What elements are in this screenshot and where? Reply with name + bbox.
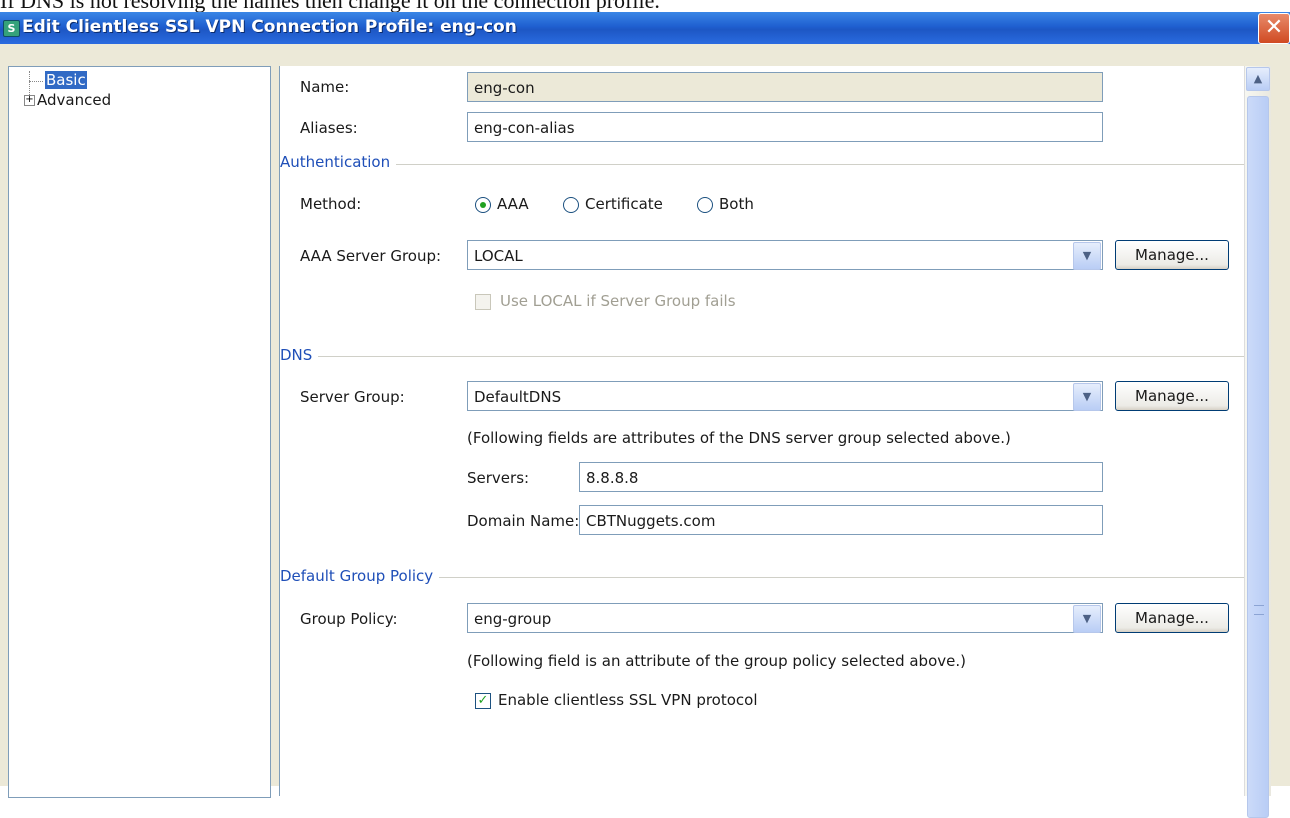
radio-selected-dot bbox=[480, 202, 486, 208]
tree-item-advanced[interactable]: Advanced bbox=[37, 91, 111, 109]
tree-connector bbox=[29, 81, 43, 82]
enable-clientless-checkbox[interactable]: ✓ bbox=[475, 693, 491, 709]
scrollbar-thumb[interactable] bbox=[1247, 96, 1269, 818]
tree-item-basic[interactable]: Basic bbox=[45, 71, 87, 89]
window-titlebar[interactable]: S Edit Clientless SSL VPN Connection Pro… bbox=[0, 12, 1290, 44]
name-label: Name: bbox=[300, 78, 350, 96]
navigation-tree: Basic + Advanced bbox=[8, 66, 271, 798]
dns-server-group-select[interactable]: DefaultDNS ▼ bbox=[467, 381, 1103, 411]
basic-panel: Name: eng-con Aliases: eng-con-alias Aut… bbox=[279, 66, 1245, 796]
chevron-down-icon[interactable]: ▼ bbox=[1073, 242, 1101, 270]
expand-plus-icon[interactable]: + bbox=[24, 95, 35, 106]
method-certificate-radio[interactable] bbox=[563, 197, 579, 213]
aaa-server-group-select[interactable]: LOCAL ▼ bbox=[467, 240, 1103, 270]
use-local-fallback-checkbox bbox=[475, 294, 491, 310]
use-local-fallback-label: Use LOCAL if Server Group fails bbox=[500, 292, 736, 310]
group-policy-value: eng-group bbox=[474, 610, 552, 628]
name-field: eng-con bbox=[467, 72, 1103, 102]
group-policy-label: Group Policy: bbox=[300, 610, 398, 628]
method-aaa-label: AAA bbox=[497, 195, 529, 213]
group-policy-select[interactable]: eng-group ▼ bbox=[467, 603, 1103, 633]
dns-server-group-value: DefaultDNS bbox=[474, 388, 562, 406]
dialog-body: Basic + Advanced Name: eng-con Aliases: … bbox=[0, 44, 1290, 818]
window-title: Edit Clientless SSL VPN Connection Profi… bbox=[22, 17, 517, 37]
group-policy-manage-button[interactable]: Manage... bbox=[1115, 603, 1229, 633]
group-policy-note: (Following field is an attribute of the … bbox=[467, 652, 966, 670]
chevron-down-icon[interactable]: ▼ bbox=[1073, 383, 1101, 411]
method-both-radio[interactable] bbox=[697, 197, 713, 213]
chevron-down-icon[interactable]: ▼ bbox=[1073, 605, 1101, 633]
aaa-manage-button[interactable]: Manage... bbox=[1115, 240, 1229, 270]
domain-name-label: Domain Name: bbox=[467, 512, 580, 530]
section-divider bbox=[280, 356, 1245, 357]
method-both-label: Both bbox=[719, 195, 754, 213]
vertical-scrollbar[interactable]: ▲ bbox=[1244, 66, 1271, 818]
domain-name-field[interactable]: CBTNuggets.com bbox=[579, 505, 1103, 535]
method-certificate-label: Certificate bbox=[585, 195, 663, 213]
app-icon: S bbox=[3, 20, 20, 37]
close-button[interactable]: ✕ bbox=[1258, 13, 1290, 44]
group-policy-section-title: Default Group Policy bbox=[280, 567, 440, 585]
method-label: Method: bbox=[300, 195, 362, 213]
dns-manage-button[interactable]: Manage... bbox=[1115, 381, 1229, 411]
servers-field[interactable]: 8.8.8.8 bbox=[579, 462, 1103, 492]
dns-note: (Following fields are attributes of the … bbox=[467, 429, 1011, 447]
dns-section-title: DNS bbox=[280, 346, 319, 364]
aliases-label: Aliases: bbox=[300, 119, 358, 137]
servers-label: Servers: bbox=[467, 469, 530, 487]
aaa-server-group-value: LOCAL bbox=[474, 247, 523, 265]
authentication-section-title: Authentication bbox=[280, 153, 397, 171]
scroll-up-arrow-icon[interactable]: ▲ bbox=[1246, 67, 1270, 91]
enable-clientless-label: Enable clientless SSL VPN protocol bbox=[498, 691, 758, 709]
scrollbar-grip bbox=[1254, 605, 1264, 615]
tree-item-label: Basic bbox=[45, 71, 87, 89]
method-aaa-radio[interactable] bbox=[475, 197, 491, 213]
tree-item-label: Advanced bbox=[37, 91, 112, 109]
section-divider bbox=[280, 164, 1245, 165]
aaa-server-group-label: AAA Server Group: bbox=[300, 247, 442, 265]
dns-server-group-label: Server Group: bbox=[300, 388, 405, 406]
aliases-field[interactable]: eng-con-alias bbox=[467, 112, 1103, 142]
